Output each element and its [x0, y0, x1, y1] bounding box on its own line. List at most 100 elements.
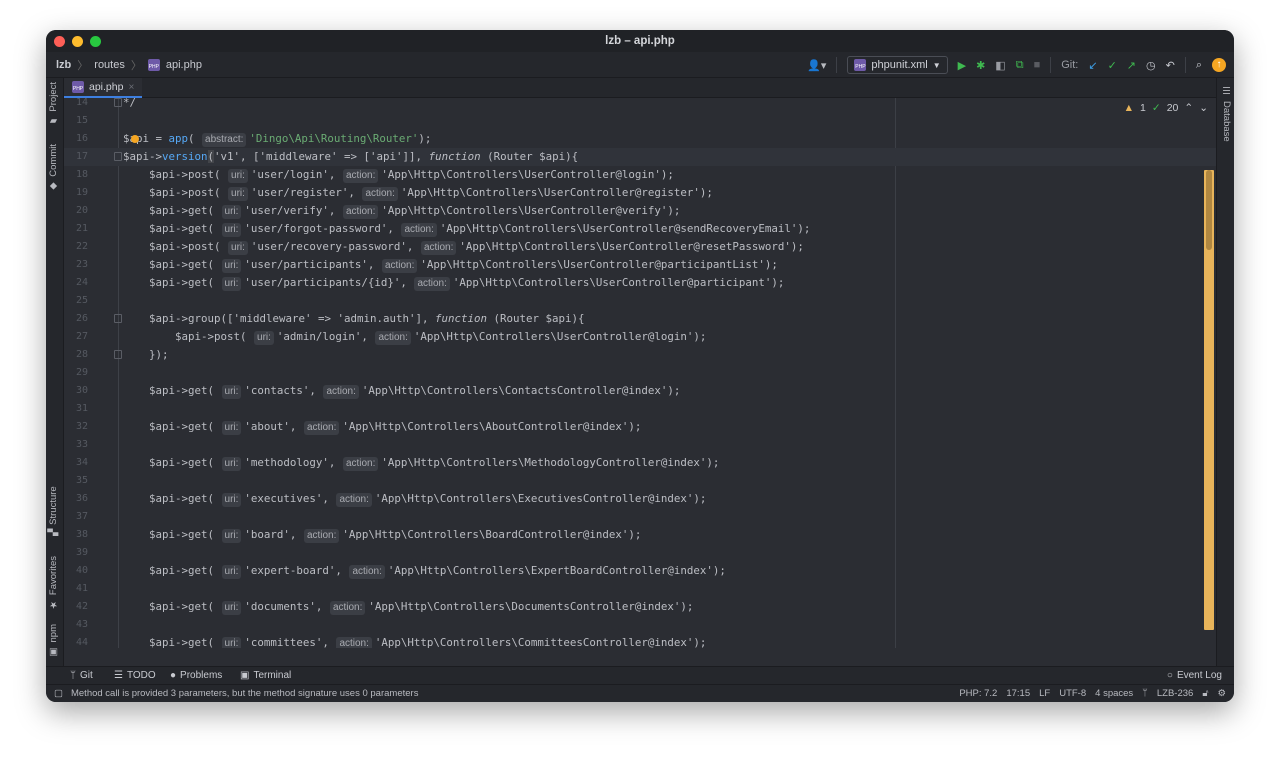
profile-icon[interactable]: ⧉: [1016, 59, 1024, 72]
code-line[interactable]: 30 $api->get( uri:'contacts', action: 'App…: [64, 382, 1216, 400]
code-line[interactable]: 36 $api->get( uri:'executives', action: 'A…: [64, 490, 1216, 508]
code-line[interactable]: 15: [64, 112, 1216, 130]
prev-highlight-icon[interactable]: ⌃: [1184, 102, 1193, 114]
git-commit-icon[interactable]: ✓: [1108, 59, 1117, 72]
tool-database[interactable]: ☰ Database: [1221, 86, 1232, 142]
code-line[interactable]: 43: [64, 616, 1216, 634]
code-line[interactable]: 21 $api->get( uri:'user/forgot-password',…: [64, 220, 1216, 238]
code-line[interactable]: 37: [64, 508, 1216, 526]
code-line[interactable]: 34 $api->get( uri:'methodology', action: '…: [64, 454, 1216, 472]
code-line[interactable]: 33: [64, 436, 1216, 454]
tool-npm[interactable]: ▣ npm: [48, 624, 59, 657]
code-token: $api->get(: [149, 600, 221, 613]
stop-icon[interactable]: ■: [1034, 59, 1041, 71]
close-tab-icon[interactable]: ×: [128, 82, 134, 93]
inspection-widget[interactable]: ▲ 1 ✓ 20 ⌃ ⌄: [1124, 102, 1208, 114]
inspector-icon[interactable]: ⚙: [1217, 688, 1226, 699]
code-line[interactable]: 41: [64, 580, 1216, 598]
coverage-icon[interactable]: ◧: [995, 59, 1005, 72]
history-icon[interactable]: ◷: [1146, 59, 1156, 72]
code-line[interactable]: 19 $api->post( uri:'user/register', actio…: [64, 184, 1216, 202]
code-line[interactable]: 22 $api->post( uri:'user/recovery-passwor…: [64, 238, 1216, 256]
maximize-window-button[interactable]: [90, 36, 101, 47]
user-icon[interactable]: 👤▾: [807, 59, 826, 72]
code-line[interactable]: 38 $api->get( uri:'board', action: 'App\Ht…: [64, 526, 1216, 544]
run-icon[interactable]: ▶: [958, 59, 966, 72]
code-line[interactable]: 40 $api->get( uri:'expert-board', action:…: [64, 562, 1216, 580]
code-line[interactable]: 18 $api->post( uri:'user/login', action: '…: [64, 166, 1216, 184]
tool-favorites[interactable]: ★ Favorites: [48, 556, 59, 610]
problems-icon: ●: [170, 670, 177, 681]
breadcrumb-file[interactable]: api.php: [166, 59, 202, 71]
code-line[interactable]: 32 $api->get( uri:'about', action: 'App\Ht…: [64, 418, 1216, 436]
line-number: 26: [75, 313, 88, 324]
breadcrumb-folder[interactable]: routes: [94, 59, 125, 71]
code-token: 'App\Http\Controllers\UserController@ver…: [381, 204, 681, 217]
code-line[interactable]: 42 $api->get( uri:'documents', action: 'Ap…: [64, 598, 1216, 616]
code-text: $api->group(['middleware' => 'admin.auth…: [149, 310, 585, 328]
git-push-icon[interactable]: ↗: [1127, 59, 1136, 72]
minimize-window-button[interactable]: [72, 36, 83, 47]
git-branch[interactable]: LZB-236: [1157, 688, 1193, 699]
php-version[interactable]: PHP: 7.2: [959, 688, 997, 699]
code-line[interactable]: 29: [64, 364, 1216, 382]
code-line[interactable]: 25: [64, 292, 1216, 310]
parameter-hint: action:: [342, 457, 379, 471]
code-text: });: [149, 346, 169, 364]
left-tool-stripe: ▰ Project ◆ Commit ▞ Structure ★ Favorites ▣…: [46, 78, 64, 666]
tool-event-log[interactable]: ○ Event Log: [1167, 670, 1222, 681]
code-token: 'App\Http\Controllers\UserController@res…: [459, 240, 804, 253]
parameter-hint: uri:: [228, 169, 248, 183]
intention-bulb-icon[interactable]: [131, 135, 139, 143]
indent-setting[interactable]: 4 spaces: [1095, 688, 1133, 699]
code-token: $api->get(: [149, 564, 221, 577]
tool-git[interactable]: ᛘ Git: [70, 670, 93, 681]
tool-structure[interactable]: ▞ Structure: [48, 486, 59, 536]
code-token: 'user/forgot-password',: [244, 222, 401, 235]
update-icon[interactable]: ↑: [1212, 58, 1226, 72]
code-text: */: [123, 98, 136, 112]
code-line[interactable]: 27 $api->post( uri:'admin/login', action:…: [64, 328, 1216, 346]
code-editor[interactable]: 14 */ 15 16 $api = app( abstract: 'Dingo\Api\…: [64, 98, 1216, 648]
caret-position[interactable]: 17:15: [1006, 688, 1030, 699]
code-line[interactable]: 20 $api->get( uri:'user/verify', action: '…: [64, 202, 1216, 220]
code-line[interactable]: 31: [64, 400, 1216, 418]
code-line[interactable]: 16 $api = app( abstract: 'Dingo\Api\Routin…: [64, 130, 1216, 148]
tool-project[interactable]: ▰ Project: [48, 82, 59, 127]
fold-marker-icon[interactable]: [114, 98, 122, 107]
tool-todo[interactable]: ☰ TODO: [114, 670, 156, 681]
code-token: (Router $api){: [480, 150, 579, 163]
git-update-icon[interactable]: ↙: [1088, 59, 1097, 72]
line-number: 41: [75, 583, 88, 594]
code-line[interactable]: 14 */: [64, 98, 1216, 112]
tool-problems[interactable]: ● Problems: [170, 670, 222, 681]
tool-terminal[interactable]: ▣ Terminal: [240, 670, 291, 681]
code-line[interactable]: 35: [64, 472, 1216, 490]
close-window-button[interactable]: [54, 36, 65, 47]
fold-marker-icon[interactable]: [114, 152, 122, 161]
scrollbar-thumb[interactable]: [1206, 170, 1212, 250]
file-encoding[interactable]: UTF-8: [1059, 688, 1086, 699]
debug-icon[interactable]: ✱: [976, 59, 985, 72]
run-config-select[interactable]: PHP phpunit.xml ▼: [847, 56, 948, 74]
code-line[interactable]: 17 $api->version('v1', ['middleware' => […: [64, 148, 1216, 166]
code-line[interactable]: 44 $api->get( uri:'committees', action: 'A…: [64, 634, 1216, 648]
code-line[interactable]: 28});: [64, 346, 1216, 364]
next-highlight-icon[interactable]: ⌄: [1199, 102, 1208, 114]
code-token: 'about',: [244, 420, 303, 433]
toggle-tool-windows-icon[interactable]: ▢: [54, 688, 63, 699]
code-line[interactable]: 24 $api->get( uri:'user/participants/{id}…: [64, 274, 1216, 292]
line-separator[interactable]: LF: [1039, 688, 1050, 699]
code-line[interactable]: 39: [64, 544, 1216, 562]
search-icon[interactable]: ⌕: [1196, 59, 1202, 72]
lock-icon[interactable]: 🔓︎: [1202, 688, 1208, 699]
fold-marker-icon[interactable]: [114, 350, 122, 359]
code-text: $api = app( abstract: 'Dingo\Api\Routing\…: [123, 130, 431, 148]
code-line[interactable]: 23 $api->get( uri:'user/participants', ac…: [64, 256, 1216, 274]
code-line[interactable]: 26 $api->group(['middleware' => 'admin.au…: [64, 310, 1216, 328]
tool-commit[interactable]: ◆ Commit: [48, 144, 59, 192]
rollback-icon[interactable]: ↶: [1166, 59, 1175, 72]
breadcrumb-project[interactable]: lzb: [56, 59, 71, 71]
fold-marker-icon[interactable]: [114, 314, 122, 323]
tab-api-php[interactable]: PHP api.php ×: [64, 78, 143, 98]
